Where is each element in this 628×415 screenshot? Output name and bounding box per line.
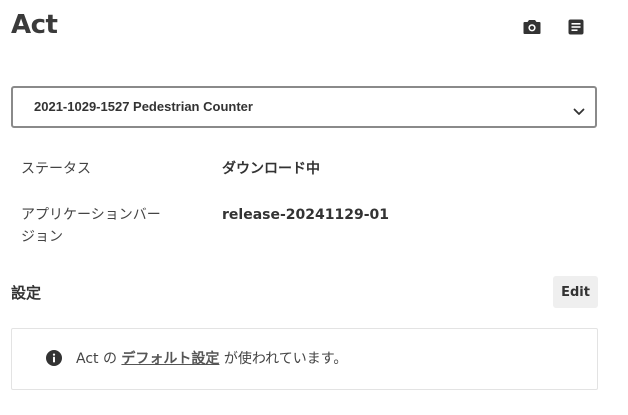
app-version-label: アプリケーションバージョン [21,207,161,245]
notes-icon [568,19,584,35]
chevron-down-icon [573,101,585,120]
notice-prefix: Act の [76,351,117,367]
default-settings-notice: Act の デフォルト設定 が使われています。 [11,328,598,390]
edit-button[interactable]: Edit [553,276,598,308]
status-label: ステータス [21,161,91,177]
act-select[interactable]: 2021-1029-1527 Pedestrian Counter [11,86,597,128]
info-icon [46,350,62,370]
camera-icon [523,19,541,35]
camera-button[interactable] [521,16,543,38]
notes-button[interactable] [565,16,587,38]
notice-text: Act の デフォルト設定 が使われています。 [76,348,347,368]
default-settings-link[interactable]: デフォルト設定 [121,351,219,367]
page-title: Act [11,10,58,40]
act-select-value: 2021-1029-1527 Pedestrian Counter [34,99,253,114]
settings-title: 設定 [11,284,42,302]
status-value: ダウンロード中 [222,161,320,177]
app-version-value: release-20241129-01 [222,207,390,223]
notice-suffix: が使われています。 [223,351,348,367]
